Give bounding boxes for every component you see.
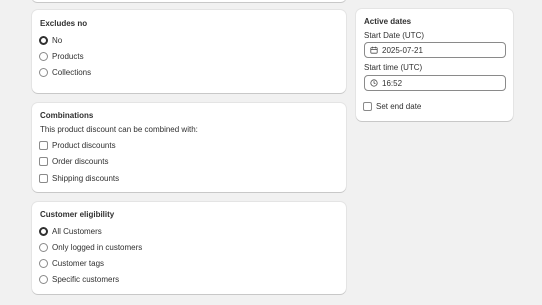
combine-order-discounts[interactable]: Order discounts (39, 155, 108, 167)
eligibility-option-tags[interactable]: Customer tags (39, 257, 104, 269)
calendar-icon (370, 46, 378, 54)
set-end-date-option[interactable]: Set end date (363, 100, 421, 112)
radio-button[interactable] (39, 274, 48, 284)
checkbox[interactable] (39, 156, 48, 166)
start-date-value: 2025-07-21 (382, 45, 423, 55)
excludes-option-no[interactable]: No (39, 34, 62, 46)
eligibility-option-logged-in[interactable]: Only logged in customers (39, 241, 142, 253)
combine-product-discounts[interactable]: Product discounts (39, 139, 116, 151)
combine-shipping-discounts[interactable]: Shipping discounts (39, 172, 119, 184)
set-end-date-label: Set end date (376, 101, 422, 111)
start-date-field[interactable]: 2025-07-21 (364, 42, 506, 58)
clock-icon (370, 79, 378, 87)
excludes-option-collections[interactable]: Collections (39, 66, 91, 78)
option-label: Product discounts (52, 140, 116, 150)
option-label: Shipping discounts (52, 173, 120, 183)
radio-button[interactable] (39, 35, 48, 45)
radio-button[interactable] (39, 258, 48, 268)
radio-button[interactable] (39, 242, 48, 252)
start-date-label: Start Date (UTC) (364, 31, 425, 40)
radio-button[interactable] (39, 226, 48, 236)
excludes-option-products[interactable]: Products (39, 50, 84, 62)
start-time-value: 16:52 (382, 78, 403, 88)
option-label: All Customers (52, 226, 102, 236)
option-label: Specific customers (52, 274, 120, 284)
active-dates-card: Active dates Start Date (UTC) 2025-07-21… (356, 9, 513, 121)
radio-button[interactable] (39, 67, 48, 77)
excludes-card: Excludes no No Products Collections (32, 10, 346, 93)
set-end-date-checkbox[interactable] (363, 101, 372, 111)
option-label: Products (52, 51, 84, 61)
excludes-title: Excludes no (40, 19, 88, 28)
combinations-card: Combinations This product discount can b… (32, 103, 346, 192)
eligibility-card: Customer eligibility All Customers Only … (32, 202, 346, 294)
option-label: No (52, 35, 63, 45)
eligibility-option-specific[interactable]: Specific customers (39, 273, 119, 285)
option-label: Customer tags (52, 258, 105, 268)
radio-button[interactable] (39, 51, 48, 61)
start-time-label: Start time (UTC) (364, 63, 423, 72)
option-label: Collections (52, 67, 92, 77)
checkbox[interactable] (39, 173, 48, 183)
combinations-title: Combinations (40, 111, 94, 120)
active-dates-title: Active dates (364, 17, 412, 26)
option-label: Only logged in customers (52, 242, 143, 252)
checkbox[interactable] (39, 140, 48, 150)
previous-card (32, 0, 346, 2)
eligibility-title: Customer eligibility (40, 210, 115, 219)
start-time-field[interactable]: 16:52 (364, 75, 506, 91)
combinations-description: This product discount can be combined wi… (40, 125, 198, 134)
option-label: Order discounts (52, 156, 109, 166)
eligibility-option-all[interactable]: All Customers (39, 225, 102, 237)
